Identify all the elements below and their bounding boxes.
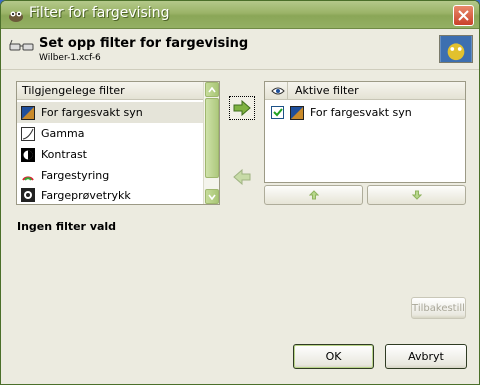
add-filter-button[interactable]	[229, 96, 255, 120]
color-deficient-icon	[290, 105, 304, 120]
list-item[interactable]: Gamma	[17, 123, 203, 144]
scroll-up-button[interactable]	[205, 82, 219, 97]
list-item[interactable]: Fargestyring	[17, 165, 203, 186]
dialog-window: Filter for fargevising Set opp filter fo…	[0, 0, 480, 385]
proof-icon	[21, 188, 35, 202]
list-item-label: For fargesvakt syn	[41, 106, 143, 119]
eye-icon	[271, 87, 285, 95]
chevron-down-icon	[208, 194, 216, 200]
scroll-down-button[interactable]	[205, 189, 219, 204]
close-icon	[458, 10, 469, 21]
arrow-down-icon	[411, 190, 422, 200]
list-item-label: Gamma	[41, 127, 85, 140]
color-management-icon	[22, 175, 34, 181]
title-bar[interactable]: Filter for fargevising	[1, 1, 479, 29]
gimp-icon	[9, 11, 23, 22]
image-thumbnail	[439, 35, 473, 63]
reset-button[interactable]: Tilbakestill	[411, 297, 466, 319]
list-item-label: Kontrast	[41, 148, 87, 161]
list-item[interactable]: Fargeprøvetrykk	[17, 186, 203, 204]
glasses-icon	[9, 39, 34, 51]
active-filters-header[interactable]: Aktive filter	[265, 82, 465, 100]
contrast-icon	[21, 147, 35, 162]
cancel-button[interactable]: Avbryt	[385, 344, 467, 369]
close-button[interactable]	[453, 5, 474, 26]
available-filters-header[interactable]: Tilgjengelege filter	[17, 82, 203, 100]
dialog-header: Set opp filter for fargevising Wilber-1.…	[1, 30, 479, 70]
color-deficient-icon	[21, 105, 35, 120]
arrow-up-icon	[308, 190, 319, 200]
move-down-button[interactable]	[367, 185, 466, 205]
active-filters-list[interactable]: Aktive filter For fargesvakt syn	[264, 81, 466, 183]
vertical-scrollbar[interactable]	[203, 82, 219, 204]
list-item-label: Fargestyring	[41, 169, 110, 182]
window-title: Filter for fargevising	[29, 5, 170, 21]
list-item[interactable]: For fargesvakt syn	[17, 102, 203, 123]
list-item[interactable]: Kontrast	[17, 144, 203, 165]
active-filters-header-label: Aktive filter	[295, 84, 359, 97]
remove-filter-button[interactable]	[229, 165, 255, 189]
header-title: Set opp filter for fargevising	[39, 36, 249, 51]
ok-button[interactable]: OK	[293, 344, 374, 369]
available-filters-list[interactable]: Tilgjengelege filter For fargesvakt syn …	[16, 81, 220, 205]
scroll-thumb[interactable]	[205, 98, 219, 178]
ok-button-label: OK	[325, 350, 342, 363]
move-up-button[interactable]	[264, 185, 363, 205]
status-label: Ingen filter vald	[17, 220, 117, 233]
header-subtitle: Wilber-1.xcf-6	[39, 53, 101, 63]
filter-enabled-checkbox[interactable]	[271, 106, 284, 119]
active-filter-label: For fargesvakt syn	[310, 106, 412, 119]
checkmark-icon	[272, 108, 283, 117]
list-item-label: Fargeprøvetrykk	[41, 188, 131, 202]
reset-button-label: Tilbakestill	[412, 302, 465, 314]
arrow-left-icon	[233, 169, 251, 185]
gamma-icon	[21, 126, 35, 141]
chevron-up-icon	[208, 86, 216, 92]
arrow-right-icon	[233, 100, 251, 116]
cancel-button-label: Avbryt	[408, 350, 444, 363]
active-filter-item[interactable]: For fargesvakt syn	[265, 102, 465, 123]
